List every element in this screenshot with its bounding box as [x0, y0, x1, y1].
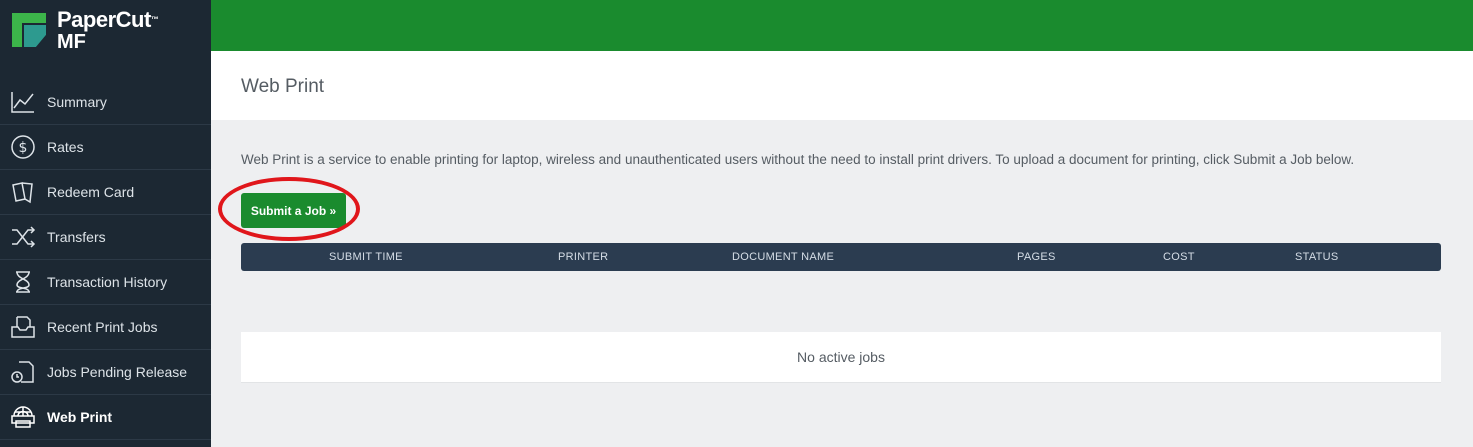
hourglass-icon: [10, 269, 36, 295]
inbox-tray-icon: [10, 314, 36, 340]
globe-printer-icon: [10, 404, 36, 430]
papercut-logo-icon: [12, 13, 46, 47]
sidebar-item-redeem-card[interactable]: Redeem Card: [0, 170, 211, 215]
page-header: Web Print: [211, 51, 1473, 120]
brand-sub: MF: [57, 31, 86, 53]
sidebar-item-web-print[interactable]: Web Print: [0, 395, 211, 440]
column-header-submit-time[interactable]: SUBMIT TIME: [329, 243, 403, 271]
shuffle-icon: [10, 224, 36, 250]
empty-jobs-message: No active jobs: [241, 332, 1441, 383]
top-bar: [211, 0, 1473, 51]
sidebar-item-label: Recent Print Jobs: [47, 319, 158, 335]
sidebar-item-label: Rates: [47, 139, 84, 155]
dollar-circle-icon: $: [10, 134, 36, 160]
sidebar-item-recent-print-jobs[interactable]: Recent Print Jobs: [0, 305, 211, 350]
sidebar-item-label: Summary: [47, 94, 107, 110]
document-clock-icon: [10, 359, 36, 385]
submit-job-button[interactable]: Submit a Job »: [241, 193, 346, 228]
column-header-pages[interactable]: PAGES: [1017, 243, 1056, 271]
papercut-logo[interactable]: PaperCut™ MF: [10, 9, 210, 57]
sidebar-item-label: Web Print: [47, 409, 113, 425]
jobs-table-header: SUBMIT TIME PRINTER DOCUMENT NAME PAGES …: [241, 243, 1441, 271]
sidebar-item-label: Jobs Pending Release: [47, 364, 188, 380]
sidebar-item-jobs-pending-release[interactable]: Jobs Pending Release: [0, 350, 211, 395]
sidebar-item-label: Redeem Card: [47, 184, 135, 200]
sidebar-item-label: Transfers: [47, 229, 106, 245]
sidebar-nav: Summary $ Rates Redeem Card Transfers Tr…: [0, 80, 211, 440]
sidebar-item-transfers[interactable]: Transfers: [0, 215, 211, 260]
intro-text: Web Print is a service to enable printin…: [241, 152, 1355, 167]
cards-icon: [10, 179, 36, 205]
svg-text:$: $: [19, 140, 28, 156]
sidebar-item-rates[interactable]: $ Rates: [0, 125, 211, 170]
column-header-status[interactable]: STATUS: [1295, 243, 1339, 271]
column-header-cost[interactable]: COST: [1163, 243, 1195, 271]
column-header-document-name[interactable]: DOCUMENT NAME: [732, 243, 834, 271]
page-title: Web Print: [241, 76, 325, 97]
column-header-printer[interactable]: PRINTER: [558, 243, 608, 271]
chart-line-icon: [10, 89, 36, 115]
brand-name: PaperCut™: [57, 7, 159, 32]
main-content: Web Print is a service to enable printin…: [211, 120, 1473, 447]
sidebar-item-transaction-history[interactable]: Transaction History: [0, 260, 211, 305]
sidebar-item-summary[interactable]: Summary: [0, 80, 211, 125]
sidebar: PaperCut™ MF Summary $ Rates Redeem Card: [0, 0, 211, 447]
sidebar-item-label: Transaction History: [47, 274, 168, 290]
